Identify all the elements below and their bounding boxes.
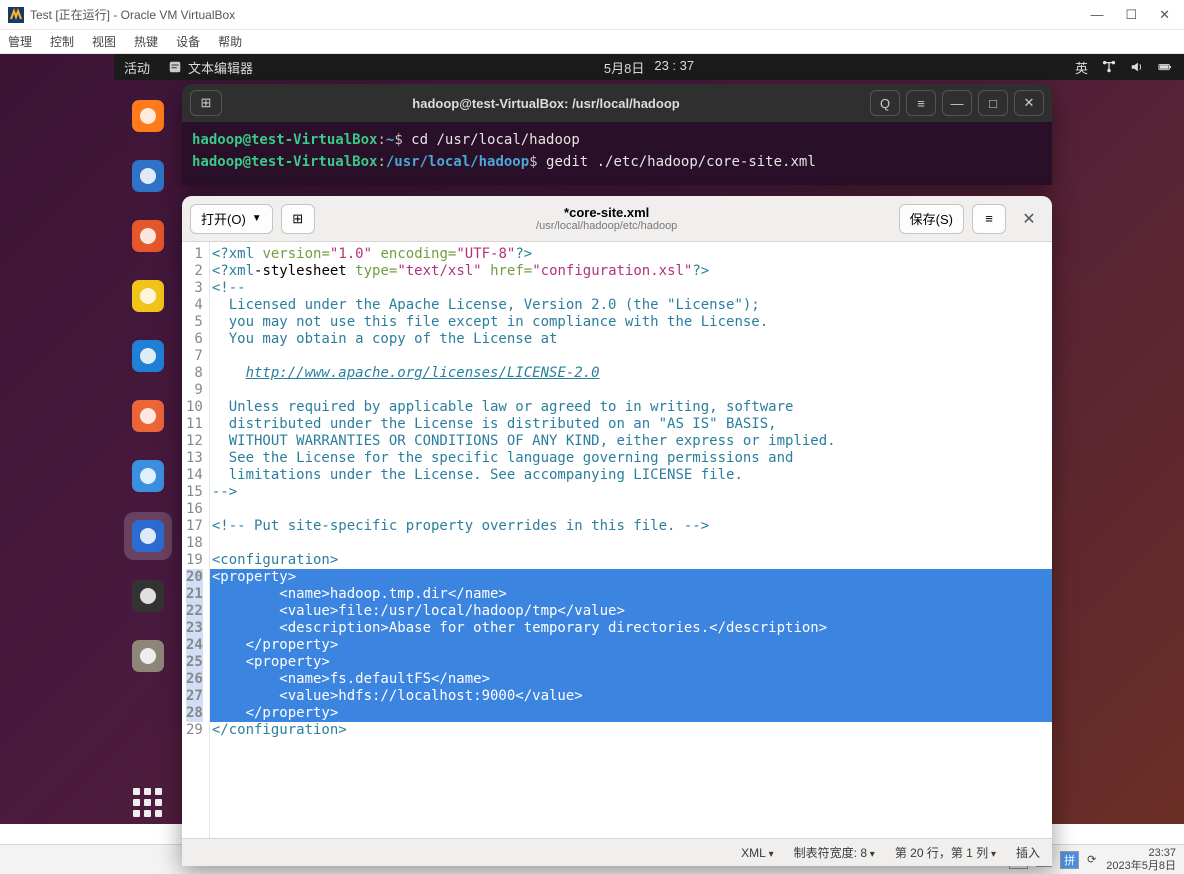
menu-help[interactable]: 帮助 [218, 33, 242, 50]
ubuntu-dock [118, 84, 178, 816]
menu-hotkeys[interactable]: 热键 [134, 33, 158, 50]
menu-view[interactable]: 视图 [92, 33, 116, 50]
gedit-save-button[interactable]: 保存(S) [899, 204, 964, 234]
gedit-open-button[interactable]: 打开(O)▼ [190, 204, 273, 234]
libreoffice-writer-icon[interactable] [124, 332, 172, 380]
vbox-menubar: 管理 控制 视图 热键 设备 帮助 [0, 30, 1184, 54]
tray-sync-icon[interactable]: ⟳ [1087, 853, 1096, 866]
gedit-editor[interactable]: 1234567891011121314151617181920212223242… [182, 242, 1052, 838]
text-editor-small-icon [168, 60, 182, 74]
status-insert-mode: 插入 [1016, 844, 1040, 861]
terminal-title: hadoop@test-VirtualBox: /usr/local/hadoo… [228, 96, 864, 111]
status-language[interactable]: XML [741, 846, 774, 860]
tray-ime-engine[interactable]: 拼 [1060, 851, 1079, 869]
activities-button[interactable]: 活动 [114, 58, 160, 77]
vbox-title: Test [正在运行] - Oracle VM VirtualBox [30, 6, 1090, 23]
rhythmbox-icon[interactable] [124, 272, 172, 320]
virtualbox-icon [8, 7, 24, 23]
gedit-title-area: *core-site.xml /usr/local/hadoop/etc/had… [323, 205, 891, 232]
terminal-menu-button[interactable]: ≡ [906, 90, 936, 116]
battery-icon[interactable] [1158, 60, 1172, 74]
software-icon[interactable] [124, 392, 172, 440]
code-area[interactable]: <?xml version="1.0" encoding="UTF-8"?><?… [210, 242, 1052, 838]
files-icon[interactable] [124, 212, 172, 260]
gedit-new-tab-button[interactable]: ⊞ [281, 204, 315, 234]
trash-icon[interactable] [124, 632, 172, 680]
terminal-close-button[interactable]: ✕ [1014, 90, 1044, 116]
terminal-minimize-button[interactable]: — [942, 90, 972, 116]
thunderbird-icon[interactable] [124, 152, 172, 200]
terminal-window: ⊞ hadoop@test-VirtualBox: /usr/local/had… [182, 84, 1052, 185]
volume-icon[interactable] [1130, 60, 1144, 74]
gedit-close-button[interactable]: ✕ [1014, 209, 1044, 229]
host-clock[interactable]: 23:37 2023年5月8日 [1106, 847, 1176, 871]
ime-indicator[interactable]: 英 [1075, 58, 1088, 77]
vbox-minimize-button[interactable]: — [1090, 7, 1103, 23]
text-editor-icon[interactable] [124, 512, 172, 560]
vbox-titlebar: Test [正在运行] - Oracle VM VirtualBox — ☐ ✕ [0, 0, 1184, 30]
terminal-icon[interactable] [124, 572, 172, 620]
gedit-window: 打开(O)▼ ⊞ *core-site.xml /usr/local/hadoo… [182, 196, 1052, 866]
vbox-maximize-button[interactable]: ☐ [1125, 7, 1137, 23]
vbox-close-button[interactable]: ✕ [1159, 7, 1170, 23]
status-tabwidth[interactable]: 制表符宽度: 8 [794, 844, 875, 861]
menu-manage[interactable]: 管理 [8, 33, 32, 50]
menu-control[interactable]: 控制 [50, 33, 74, 50]
terminal-new-tab-button[interactable]: ⊞ [190, 90, 222, 116]
terminal-search-button[interactable]: Q [870, 90, 900, 116]
gedit-statusbar: XML 制表符宽度: 8 第 20 行，第 1 列 插入 [182, 838, 1052, 866]
firefox-icon[interactable] [124, 92, 172, 140]
status-cursor[interactable]: 第 20 行，第 1 列 [895, 844, 996, 861]
line-number-gutter: 1234567891011121314151617181920212223242… [182, 242, 210, 838]
help-icon[interactable] [124, 452, 172, 500]
clock-area[interactable]: 5月8日 23 : 37 [604, 58, 694, 77]
terminal-body[interactable]: hadoop@test-VirtualBox:~$ cd /usr/local/… [182, 122, 1052, 185]
network-icon[interactable] [1102, 60, 1116, 74]
focused-app-indicator[interactable]: 文本编辑器 [160, 58, 261, 77]
gedit-hamburger-button[interactable]: ≡ [972, 204, 1006, 234]
ubuntu-topbar: 活动 文本编辑器 5月8日 23 : 37 英 [114, 54, 1184, 80]
terminal-maximize-button[interactable]: □ [978, 90, 1008, 116]
menu-devices[interactable]: 设备 [176, 33, 200, 50]
